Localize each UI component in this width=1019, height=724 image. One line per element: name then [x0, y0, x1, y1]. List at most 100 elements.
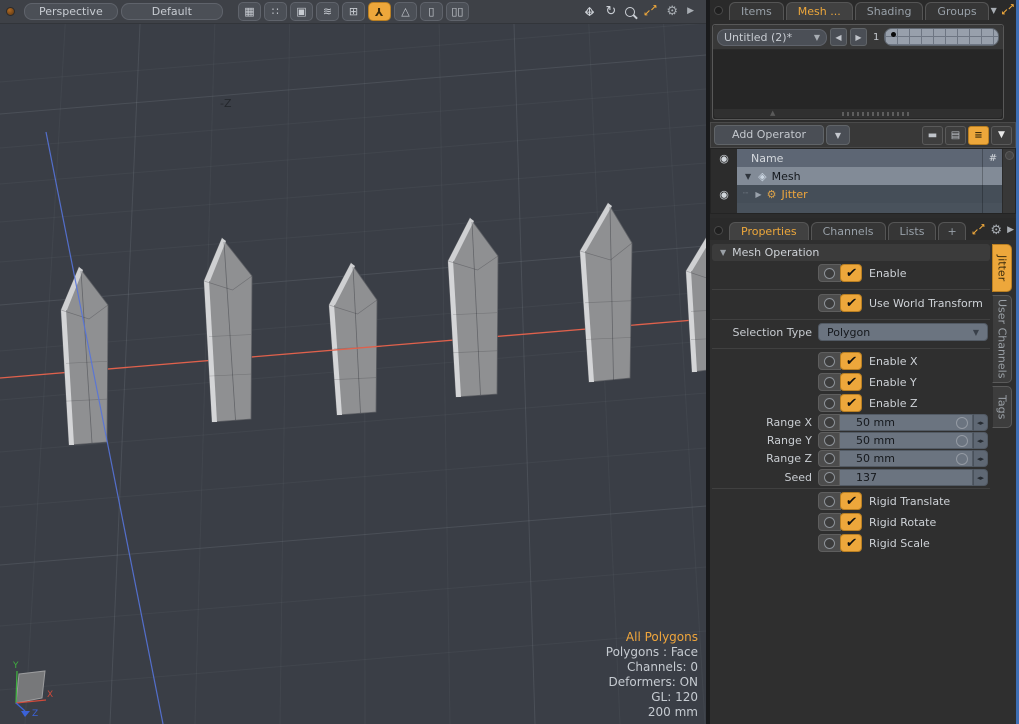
panel-maximize-icon[interactable]: ↗↙ — [1002, 5, 1015, 17]
selection-type-dropdown[interactable]: Polygon ▼ — [818, 323, 988, 341]
seed-input[interactable]: 137 — [840, 469, 973, 486]
pan-icon[interactable]: ↔↕ — [583, 5, 597, 19]
double-capsule-icon[interactable]: ▯▯ — [446, 2, 469, 21]
timeline-strip[interactable] — [884, 28, 999, 46]
collapse-arrow-icon[interactable]: ▶ — [755, 190, 761, 199]
orbit-icon[interactable]: ↻ — [606, 4, 617, 19]
enable-checkbox[interactable]: ✔ — [840, 264, 862, 282]
enable-z-checkbox[interactable]: ✔ — [840, 394, 862, 412]
channel-toggle[interactable] — [818, 414, 840, 431]
splitter-grip[interactable] — [842, 112, 912, 116]
channel-toggle[interactable] — [818, 469, 840, 486]
tab-overflow-icon[interactable]: ▼ — [991, 6, 997, 15]
side-tab-tags[interactable]: Tags — [992, 386, 1012, 428]
splitter-collapse-icon[interactable]: ▲ — [770, 109, 775, 118]
column-name-header[interactable]: Name — [737, 149, 982, 167]
waves-icon[interactable]: ≋ — [316, 2, 339, 21]
tab-lists[interactable]: Lists — [888, 222, 937, 240]
add-operator-button[interactable]: Add Operator — [714, 125, 824, 145]
range-x-input[interactable]: 50 mm — [840, 414, 973, 431]
viewport-3d[interactable]: Perspective Default ▦ ∷ ▣ ≋ ⊞ Y △ ▯ ▯▯ ↔… — [0, 0, 706, 724]
panel-more-icon[interactable]: ▶ — [1007, 226, 1014, 235]
rigid-scale-checkbox[interactable]: ✔ — [840, 534, 862, 552]
section-mesh-operation[interactable]: ▼ Mesh Operation — [712, 244, 990, 261]
list-compact-icon[interactable]: ▬ — [922, 126, 943, 145]
side-tab-user-channels[interactable]: User Channels — [992, 295, 1012, 383]
use-world-transform-label: Use World Transform — [869, 297, 983, 310]
vertex-figure-icon[interactable]: Y — [368, 2, 391, 21]
channel-toggle[interactable] — [818, 492, 841, 510]
overlay-rect-icon[interactable]: ⊞ — [342, 2, 365, 21]
mini-dial-icon[interactable] — [956, 453, 968, 465]
viewport-menu-dot[interactable] — [6, 7, 15, 16]
axis-gizmo[interactable]: Y X Z — [4, 658, 84, 722]
capsule-icon[interactable]: ▯ — [420, 2, 443, 21]
channel-toggle[interactable] — [818, 394, 841, 412]
list-splitter[interactable]: ▲ — [714, 109, 1002, 118]
tab-add[interactable]: + — [938, 222, 965, 240]
range-y-input[interactable]: 50 mm — [840, 432, 973, 449]
maximize-icon[interactable]: ↗↙ — [644, 6, 657, 18]
panel-grip-dot — [714, 226, 723, 235]
rigid-rotate-checkbox[interactable]: ✔ — [840, 513, 862, 531]
info-deformers: Deformers: ON — [606, 675, 698, 690]
list-item-jitter[interactable]: ◉ ┈ ▶ ⚙ Jitter — [711, 185, 1003, 203]
range-z-row: Range Z 50 mm ◂▸ — [712, 450, 988, 467]
channel-toggle[interactable] — [818, 352, 841, 370]
enable-x-checkbox[interactable]: ✔ — [840, 352, 862, 370]
channel-toggle[interactable] — [818, 432, 840, 449]
tab-mesh-ops[interactable]: Mesh ... — [786, 2, 853, 20]
viewport-more-icon[interactable]: ▶ — [687, 7, 694, 16]
list-rows-icon[interactable]: ≡ — [968, 126, 989, 145]
enable-y-checkbox[interactable]: ✔ — [840, 373, 862, 391]
scrollbar-thumb[interactable] — [1005, 151, 1014, 160]
channel-toggle[interactable] — [818, 534, 841, 552]
filter-icon[interactable]: ▼ — [991, 126, 1012, 145]
tab-channels[interactable]: Channels — [811, 222, 886, 240]
cone-light-icon[interactable]: △ — [394, 2, 417, 21]
panel-maximize-icon[interactable]: ↗↙ — [972, 225, 985, 237]
list-detail-icon[interactable]: ▤ — [945, 126, 966, 145]
mini-slider-icon[interactable]: ◂▸ — [973, 432, 988, 449]
mini-dial-icon[interactable] — [956, 417, 968, 429]
range-z-input[interactable]: 50 mm — [840, 450, 973, 467]
prev-frame-button[interactable]: ◀ — [830, 28, 847, 46]
eye-icon[interactable]: ◉ — [711, 149, 737, 167]
view-mode-button[interactable]: Perspective — [24, 3, 118, 20]
mini-slider-icon[interactable]: ◂▸ — [973, 469, 988, 486]
use-world-transform-checkbox[interactable]: ✔ — [840, 294, 862, 312]
rigid-translate-checkbox[interactable]: ✔ — [840, 492, 862, 510]
four-rings-icon[interactable]: ∷ — [264, 2, 287, 21]
tab-groups[interactable]: Groups — [925, 2, 988, 20]
channel-toggle[interactable] — [818, 450, 840, 467]
mini-slider-icon[interactable]: ◂▸ — [973, 414, 988, 431]
channel-toggle[interactable] — [818, 264, 841, 282]
eye-icon[interactable]: ◉ — [711, 185, 737, 203]
tab-items[interactable]: Items — [729, 2, 784, 20]
channel-toggle[interactable] — [818, 513, 841, 531]
channel-toggle[interactable] — [818, 294, 841, 312]
list-item-mesh[interactable]: ▼ ◈ Mesh — [711, 167, 1003, 185]
checkerboard-icon[interactable]: ▦ — [238, 2, 261, 21]
mini-slider-icon[interactable]: ◂▸ — [973, 450, 988, 467]
channel-toggle[interactable] — [818, 373, 841, 391]
expand-arrow-icon[interactable]: ▼ — [745, 172, 751, 181]
scene-canvas[interactable] — [0, 24, 706, 724]
solid-square-icon[interactable]: ▣ — [290, 2, 313, 21]
zoom-icon[interactable] — [625, 7, 635, 17]
next-frame-button[interactable]: ▶ — [850, 28, 867, 46]
tab-shading[interactable]: Shading — [855, 2, 924, 20]
list-scrollbar[interactable] — [1002, 149, 1015, 213]
side-tab-jitter[interactable]: Jitter — [992, 244, 1012, 292]
column-count-header[interactable]: # — [982, 149, 1003, 167]
viewport-settings-icon[interactable]: ⚙ — [666, 5, 678, 18]
add-operator-caret[interactable]: ▼ — [826, 125, 850, 145]
mesh-item-label: Mesh — [772, 170, 801, 183]
list-header-row[interactable]: ◉ Name # — [711, 149, 1003, 167]
tab-properties[interactable]: Properties — [729, 222, 809, 240]
shading-mode-button[interactable]: Default — [121, 3, 223, 20]
panel-settings-icon[interactable]: ⚙ — [990, 224, 1002, 237]
enable-label: Enable — [869, 267, 906, 280]
mini-dial-icon[interactable] — [956, 435, 968, 447]
scene-selector-dropdown[interactable]: Untitled (2)* ▼ — [717, 29, 827, 46]
